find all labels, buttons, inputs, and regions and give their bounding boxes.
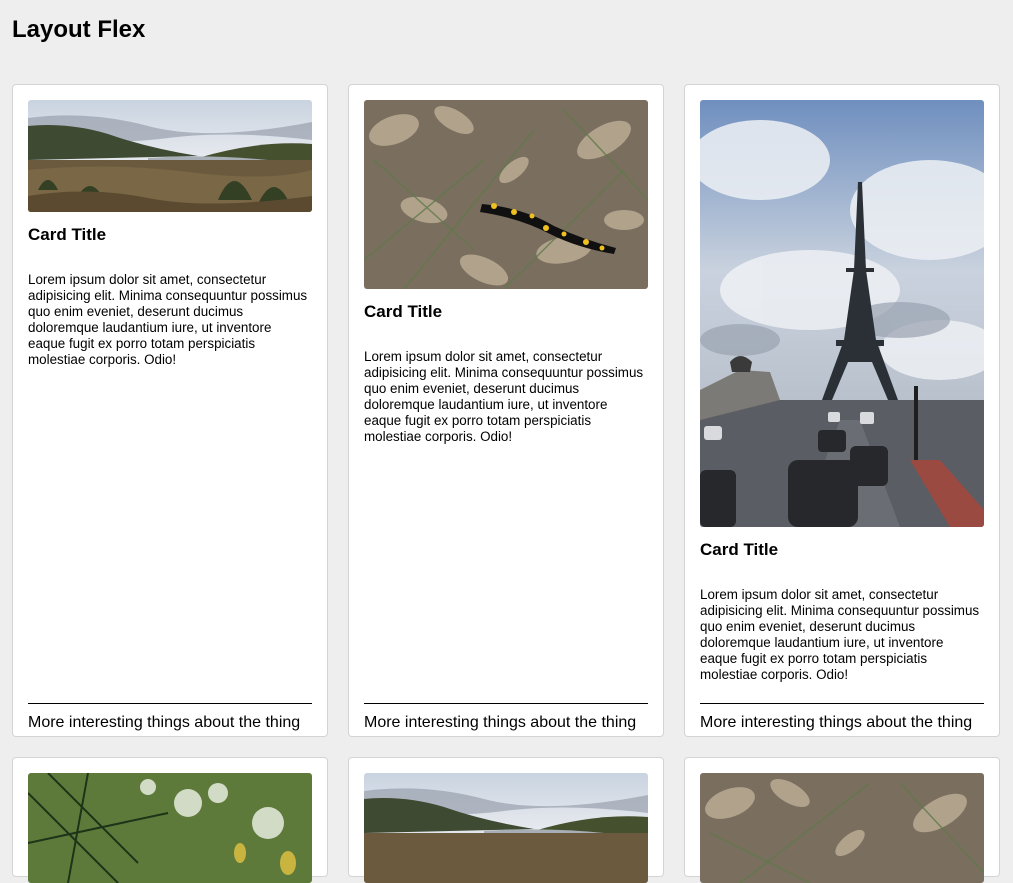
card: Card Title Lorem ipsum dolor sit amet, c… [348, 84, 664, 737]
card-text: Lorem ipsum dolor sit amet, consectetur … [700, 587, 980, 682]
card [684, 757, 1000, 883]
card-title: Card Title [28, 225, 107, 244]
salamander-leaves-photo [364, 100, 648, 289]
card [12, 757, 328, 883]
landscape-valley-photo [28, 100, 312, 212]
card-image [700, 773, 984, 883]
card-footer: More interesting things about the thing [364, 703, 648, 736]
card-image [364, 773, 648, 883]
card-image [28, 100, 312, 212]
salamander-leaves-photo [700, 773, 984, 883]
card-image [364, 100, 648, 289]
card-grid: Card Title Lorem ipsum dolor sit amet, c… [12, 84, 1000, 883]
page-title: Layout Flex [12, 16, 146, 43]
card-footer: More interesting things about the thing [28, 703, 312, 736]
card-text: Lorem ipsum dolor sit amet, consectetur … [364, 349, 644, 444]
card-title: Card Title [364, 302, 443, 321]
card-title: Card Title [700, 540, 779, 559]
landscape-valley-photo [364, 773, 648, 883]
card-footer: More interesting things about the thing [700, 703, 984, 736]
card-image [28, 773, 312, 883]
pine-branches-photo [28, 773, 312, 883]
eiffel-tower-photo [700, 100, 984, 527]
card-image [700, 100, 984, 527]
card [348, 757, 664, 883]
card-text: Lorem ipsum dolor sit amet, consectetur … [28, 272, 308, 367]
card: Card Title Lorem ipsum dolor sit amet, c… [12, 84, 328, 737]
card: Card Title Lorem ipsum dolor sit amet, c… [684, 84, 1000, 737]
